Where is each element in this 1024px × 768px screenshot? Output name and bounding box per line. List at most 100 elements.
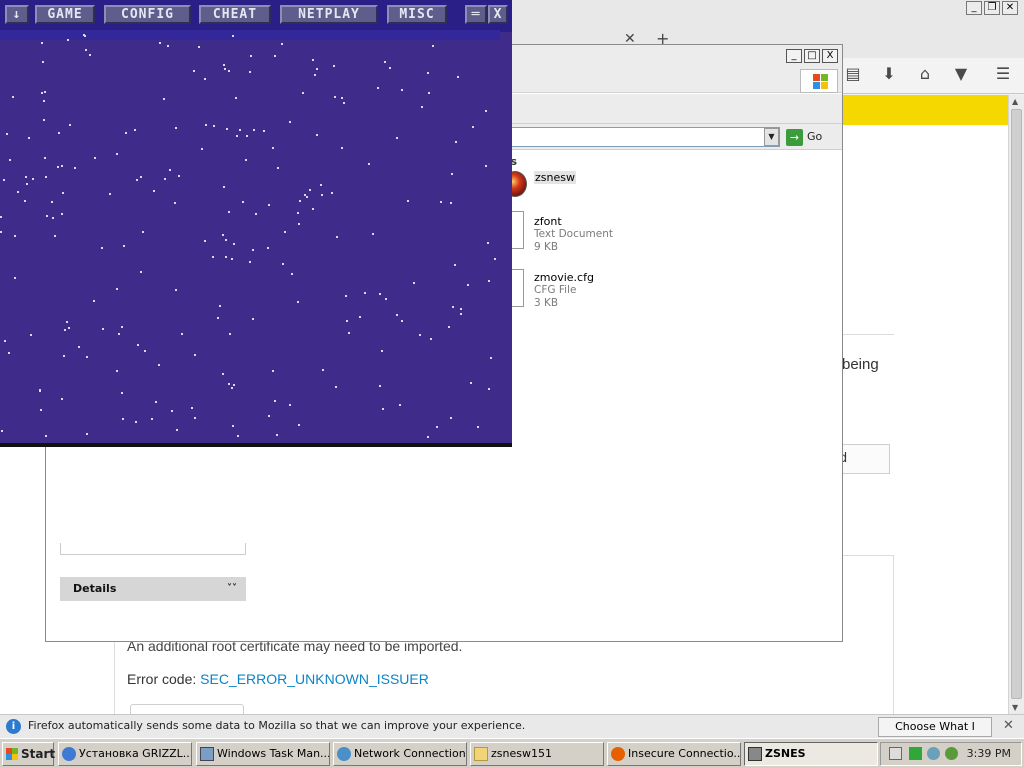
star: [142, 231, 144, 233]
star: [232, 35, 234, 37]
star: [232, 425, 234, 427]
star: [488, 388, 490, 390]
error-code-link[interactable]: SEC_ERROR_UNKNOWN_ISSUER: [200, 671, 429, 687]
close-button[interactable]: ✕: [1002, 1, 1018, 15]
close-button[interactable]: X: [822, 49, 838, 63]
star: [43, 100, 45, 102]
zsnes-minimize-icon[interactable]: ═: [465, 5, 487, 24]
star: [122, 418, 124, 420]
downloads-icon[interactable]: ⬇: [878, 64, 900, 84]
star: [164, 178, 166, 180]
network-status-icon[interactable]: [909, 747, 922, 760]
task-button-firefox[interactable]: Insecure Connectio...: [607, 742, 741, 766]
task-button-zsnesw151[interactable]: zsnesw151: [470, 742, 604, 766]
choose-what-i-share-button[interactable]: Choose What I Share: [878, 717, 992, 751]
star: [284, 231, 286, 233]
star: [297, 212, 299, 214]
star: [316, 68, 318, 70]
star: [135, 421, 137, 423]
task-label: zsnesw151: [491, 747, 552, 760]
file-name: zfont: [534, 215, 562, 228]
warning-banner: [840, 95, 1008, 125]
star: [289, 404, 291, 406]
star: [66, 321, 68, 323]
star: [268, 204, 270, 206]
star: [460, 308, 462, 310]
file-item-zsnesw[interactable]: zsnesw: [534, 171, 576, 184]
clock[interactable]: 3:39 PM: [967, 743, 1011, 765]
star: [231, 258, 233, 260]
star: [440, 201, 442, 203]
star: [485, 165, 487, 167]
star: [86, 433, 88, 435]
star: [477, 426, 479, 428]
menu-icon[interactable]: ☰: [992, 64, 1014, 84]
star: [39, 390, 41, 392]
star: [413, 282, 415, 284]
star: [448, 326, 450, 328]
task-button-network[interactable]: Network Connections: [333, 742, 467, 766]
page-scrollbar[interactable]: ▲ ▼: [1008, 95, 1024, 714]
star: [488, 280, 490, 282]
star: [28, 137, 30, 139]
reading-list-icon[interactable]: ▤: [842, 64, 864, 84]
tray-app-icon[interactable]: [945, 747, 958, 760]
firefox-icon: [611, 747, 625, 761]
details-label: Details: [73, 582, 117, 595]
zsnes-menu-netplay[interactable]: NETPLAY: [280, 5, 378, 24]
zsnes-window[interactable]: ↓ GAME CONFIG CHEAT NETPLAY MISC ═ X: [0, 0, 512, 447]
star: [86, 356, 88, 358]
restore-button[interactable]: ❐: [984, 1, 1000, 15]
zsnes-menu-cheat[interactable]: CHEAT: [199, 5, 271, 24]
windows-flag-icon: [6, 748, 18, 760]
star: [312, 208, 314, 210]
star: [194, 354, 196, 356]
notification-close-icon[interactable]: ✕: [1003, 718, 1014, 733]
star: [69, 124, 71, 126]
star: [84, 35, 86, 37]
star: [233, 243, 235, 245]
details-section-header[interactable]: Details ˅˅: [60, 577, 246, 601]
minimize-button[interactable]: _: [786, 49, 802, 63]
file-item-zmovie-cfg[interactable]: zmovie.cfg CFG File 3 KB: [534, 271, 594, 310]
address-dropdown-icon[interactable]: ▼: [764, 128, 779, 146]
maximize-button[interactable]: □: [804, 49, 820, 63]
star: [155, 401, 157, 403]
star: [94, 157, 96, 159]
notification-bar: i Firefox automatically sends some data …: [0, 714, 1024, 751]
zsnes-menu-config[interactable]: CONFIG: [104, 5, 191, 24]
file-item-zfont[interactable]: zfont Text Document 9 KB: [534, 215, 613, 254]
star: [450, 202, 452, 204]
zsnes-close-icon[interactable]: X: [488, 5, 508, 24]
star: [171, 410, 173, 412]
go-button[interactable]: → Go: [786, 127, 836, 147]
star: [137, 344, 139, 346]
star: [268, 415, 270, 417]
pocket-icon[interactable]: ▼: [950, 64, 972, 84]
scroll-up-icon[interactable]: ▲: [1012, 97, 1018, 106]
zsnes-arrow-down-icon[interactable]: ↓: [5, 5, 29, 24]
start-button[interactable]: Start: [2, 742, 55, 766]
star: [43, 119, 45, 121]
task-button-task-manager[interactable]: Windows Task Man...: [196, 742, 330, 766]
task-button-installer[interactable]: Установка GRIZZL...: [58, 742, 192, 766]
security-icon[interactable]: [927, 747, 940, 760]
star: [41, 92, 43, 94]
scroll-down-icon[interactable]: ▼: [1012, 703, 1018, 712]
keyboard-icon[interactable]: [889, 747, 902, 760]
home-icon[interactable]: ⌂: [914, 64, 936, 84]
star: [228, 211, 230, 213]
zsnes-menu-game[interactable]: GAME: [35, 5, 95, 24]
star: [314, 74, 316, 76]
minimize-button[interactable]: _: [966, 1, 982, 15]
star: [228, 383, 230, 385]
star: [229, 333, 231, 335]
chevron-down-icon[interactable]: ˅˅: [227, 577, 237, 601]
star: [176, 429, 178, 431]
zsnes-menu-misc[interactable]: MISC: [387, 5, 447, 24]
star: [430, 338, 432, 340]
star: [136, 179, 138, 181]
scrollbar-thumb[interactable]: [1011, 109, 1022, 699]
star: [12, 96, 14, 98]
task-button-zsnes[interactable]: ZSNES: [744, 742, 878, 766]
